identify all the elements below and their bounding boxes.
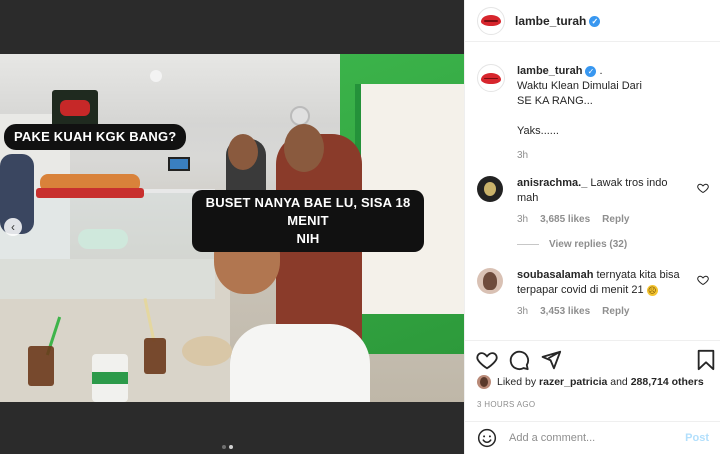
comment-text: anisrachma._ Lawak tros indo mah	[517, 176, 687, 206]
comment-meta: 3h 3,685 likes Reply	[517, 214, 709, 225]
reply-button[interactable]: Reply	[602, 306, 629, 317]
avatar[interactable]	[477, 64, 505, 92]
comment-item: anisrachma._ Lawak tros indo mah 3h 3,68…	[477, 176, 709, 250]
photo-tissue-band	[92, 372, 128, 384]
reply-button[interactable]: Reply	[602, 214, 629, 225]
carousel-dot[interactable]	[222, 445, 226, 449]
photo-fan	[290, 106, 310, 126]
sad-face-emoji-icon: ☹	[646, 284, 658, 296]
carousel-prev-button[interactable]: ‹	[4, 218, 22, 236]
likes-summary: Liked by razer_patricia and 288,714 othe…	[477, 375, 713, 389]
caption-line: Yaks......	[517, 125, 559, 137]
post-media: PAKE KUAH KGK BANG? BUSET NANYA BAE LU, …	[0, 0, 464, 454]
comment-time[interactable]: 3h	[517, 214, 528, 225]
comment-meta: 3h 3,453 likes Reply	[517, 306, 709, 317]
media-caption-bottom-line2: NIH	[296, 231, 320, 246]
comment-username[interactable]: anisrachma._	[517, 177, 587, 189]
avatar[interactable]	[477, 176, 503, 202]
comment-time[interactable]: 3h	[517, 306, 528, 317]
carousel-dots	[222, 445, 233, 449]
avatar[interactable]	[477, 6, 505, 35]
header-username[interactable]: lambe_turah ✓	[515, 14, 601, 28]
like-heart-icon[interactable]	[697, 274, 709, 286]
photo-person-head	[228, 134, 258, 170]
post-sidebar: lambe_turah ✓ lambe_turah ✓ . Waktu Klean …	[464, 0, 720, 454]
post-actions-bar	[465, 340, 720, 376]
photo-tray	[36, 188, 144, 198]
comment-username[interactable]: soubasalamah	[517, 269, 593, 281]
avatar[interactable]	[477, 375, 491, 389]
photo-cup	[144, 338, 166, 374]
likes-prefix: Liked by	[497, 376, 537, 388]
share-send-icon[interactable]	[540, 349, 562, 371]
emoji-smiley-icon[interactable]	[477, 428, 497, 448]
photo-plate	[182, 336, 232, 366]
post-caption: lambe_turah ✓ . Waktu Klean Dimulai Dari …	[477, 64, 709, 161]
media-caption-bottom: BUSET NANYA BAE LU, SISA 18 MENIT NIH	[192, 190, 424, 252]
photo-lamp	[150, 70, 162, 82]
likes-others[interactable]: 288,714 others	[631, 376, 704, 388]
comment-likes[interactable]: 3,453 likes	[540, 306, 590, 317]
photo-person-eating	[230, 324, 370, 402]
comment-likes[interactable]: 3,685 likes	[540, 214, 590, 225]
caption-line: Waktu Klean Dimulai Dari	[517, 80, 642, 92]
comment-item: soubasalamah ternyata kita bisa terpapar…	[477, 268, 709, 317]
media-caption-bottom-line1: BUSET NANYA BAE LU, SISA 18 MENIT	[205, 195, 411, 228]
likes-joiner: and	[610, 376, 628, 388]
media-caption-top: PAKE KUAH KGK BANG?	[4, 124, 187, 150]
caption-line	[517, 109, 709, 124]
caption-text: lambe_turah ✓ . Waktu Klean Dimulai Dari …	[517, 64, 709, 139]
comment-bubble-icon[interactable]	[508, 349, 530, 371]
photo-tv	[168, 157, 190, 171]
bookmark-icon[interactable]	[695, 349, 717, 371]
post-comment-button[interactable]: Post	[685, 432, 709, 444]
comments-section: lambe_turah ✓ . Waktu Klean Dimulai Dari …	[465, 42, 720, 340]
photo-person-head	[284, 124, 324, 172]
chevron-left-icon: ‹	[11, 220, 15, 234]
like-heart-icon[interactable]	[697, 182, 709, 194]
lips-logo-icon	[481, 72, 501, 84]
photo-eggs	[78, 229, 128, 249]
verified-badge-icon: ✓	[585, 65, 597, 77]
view-replies-label[interactable]: View replies (32)	[549, 239, 627, 250]
photo-cup	[28, 346, 54, 386]
view-replies-button[interactable]: View replies (32)	[517, 239, 709, 250]
like-heart-icon[interactable]	[476, 349, 498, 371]
comment-input[interactable]	[509, 432, 679, 444]
caption-username[interactable]: lambe_turah	[517, 65, 582, 77]
header-username-text[interactable]: lambe_turah	[515, 14, 586, 28]
caption-line: SE KA RANG...	[517, 95, 593, 107]
avatar[interactable]	[477, 268, 503, 294]
verified-badge-icon: ✓	[589, 15, 601, 27]
post-time-ago[interactable]: 3 HOURS AGO	[477, 400, 535, 409]
lips-logo-icon	[481, 15, 501, 26]
comment-text: soubasalamah ternyata kita bisa terpapar…	[517, 268, 687, 298]
carousel-dot-active[interactable]	[229, 445, 233, 449]
photo-sign-logo	[60, 100, 90, 116]
liked-by-user[interactable]: razer_patricia	[539, 376, 607, 388]
post-header: lambe_turah ✓	[465, 0, 720, 42]
replies-divider	[517, 244, 539, 245]
caption-time[interactable]: 3h	[517, 150, 709, 161]
add-comment-bar: Post	[465, 421, 720, 454]
